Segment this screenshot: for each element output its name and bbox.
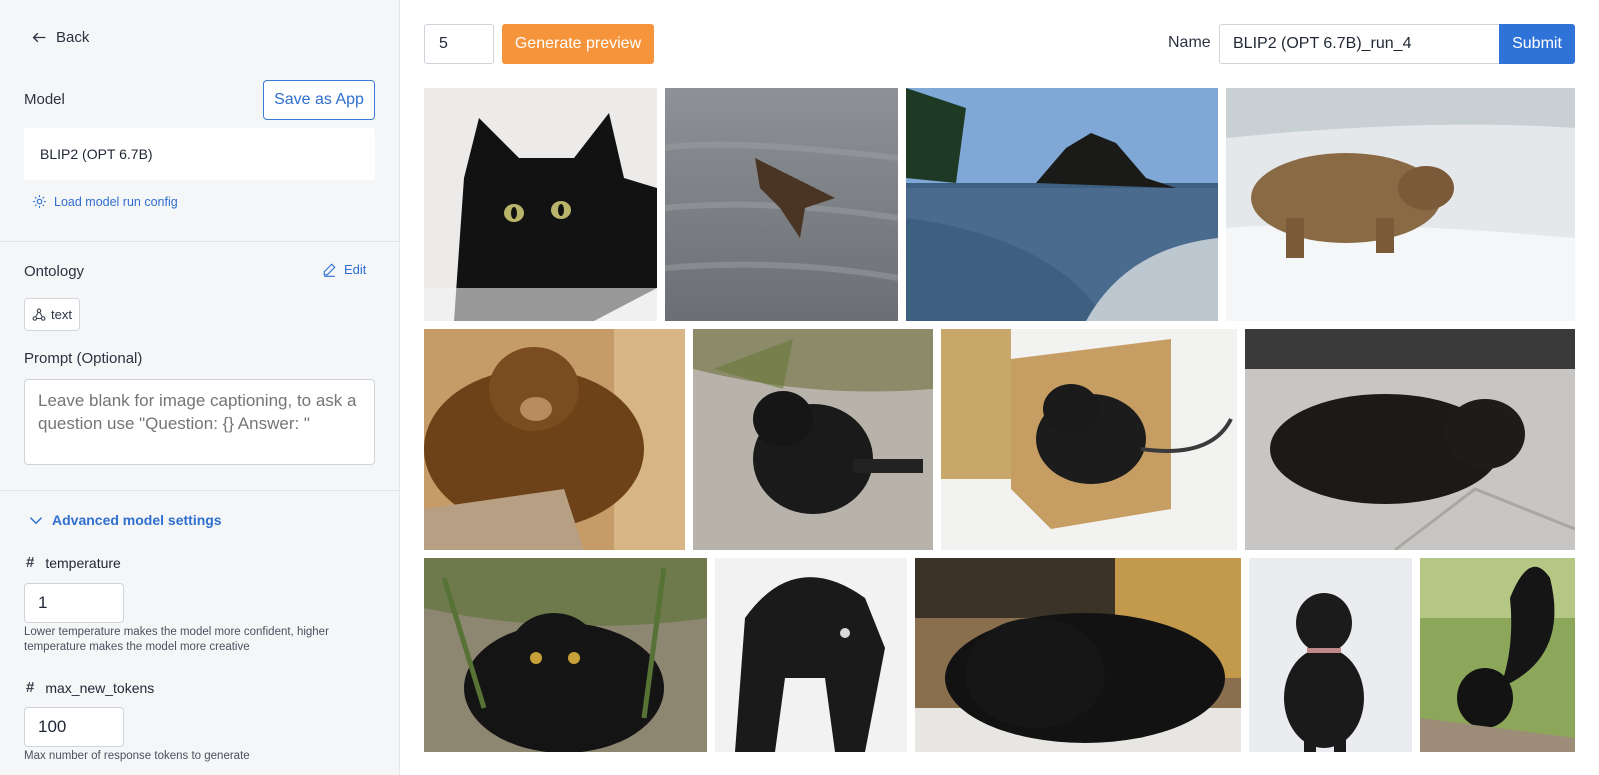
divider: [0, 241, 399, 242]
divider: [0, 490, 399, 491]
param-temperature-header: # temperature: [26, 554, 121, 571]
black-dog-snow-image[interactable]: [1249, 558, 1412, 752]
pencil-icon: [323, 263, 336, 277]
black-cat-outdoors-image[interactable]: [693, 329, 933, 550]
chip-label: text: [51, 307, 72, 322]
bear-waterfall-image[interactable]: [1226, 88, 1575, 321]
generate-preview-button[interactable]: Generate preview: [502, 24, 654, 64]
name-label: Name: [1168, 34, 1211, 51]
prompt-input[interactable]: [24, 379, 375, 465]
param-name: temperature: [45, 554, 121, 571]
advanced-label: Advanced model settings: [52, 512, 222, 528]
edit-ontology-link[interactable]: Edit: [322, 262, 366, 277]
arched-black-cat-image[interactable]: [715, 558, 907, 752]
black-squirrel-image[interactable]: [1420, 558, 1575, 752]
temperature-input[interactable]: 1: [24, 583, 124, 623]
hash-icon: #: [26, 679, 35, 696]
advanced-settings-toggle[interactable]: Advanced model settings: [28, 512, 222, 528]
model-label: Model: [24, 91, 65, 108]
nodes-icon: [32, 308, 46, 321]
gear-icon: [33, 195, 46, 208]
param-name: max_new_tokens: [45, 679, 155, 696]
max-new-tokens-input[interactable]: 100: [24, 707, 124, 747]
save-as-app-button[interactable]: Save as App: [263, 80, 375, 120]
load-config-label: Load model run config: [54, 194, 178, 209]
model-selector[interactable]: BLIP2 (OPT 6.7B): [24, 128, 375, 180]
arrow-left-icon: [32, 32, 46, 43]
black-cat-closeup-image[interactable]: [424, 88, 657, 321]
bat-over-water-image[interactable]: [665, 88, 898, 321]
hash-icon: #: [26, 554, 35, 571]
ontology-label: Ontology: [24, 263, 85, 280]
load-model-run-config-link[interactable]: Load model run config: [32, 194, 178, 209]
temperature-help: Lower temperature makes the model more c…: [24, 626, 329, 653]
back-link[interactable]: Back: [31, 29, 89, 46]
beach-sea-stack-image[interactable]: [906, 88, 1218, 321]
cat-lying-image[interactable]: [1245, 329, 1575, 550]
preview-count-input[interactable]: 5: [424, 24, 494, 64]
run-name-input[interactable]: BLIP2 (OPT 6.7B)_run_4: [1219, 24, 1499, 64]
edit-label: Edit: [344, 262, 367, 277]
brown-bear-image[interactable]: [424, 329, 685, 550]
ontology-chip-text[interactable]: text: [24, 298, 80, 331]
param-max-new-tokens-header: # max_new_tokens: [26, 679, 154, 696]
sleeping-black-dog-image[interactable]: [915, 558, 1241, 752]
back-label: Back: [56, 29, 90, 46]
submit-button[interactable]: Submit: [1499, 24, 1575, 64]
black-cat-plants-image[interactable]: [424, 558, 707, 752]
main-panel: 5 Generate preview Name BLIP2 (OPT 6.7B)…: [400, 0, 1599, 775]
max-new-tokens-help: Max number of response tokens to generat…: [24, 750, 250, 762]
cat-in-box-image[interactable]: [941, 329, 1237, 550]
sidebar: Back Model Save as App BLIP2 (OPT 6.7B) …: [0, 0, 400, 775]
prompt-label: Prompt (Optional): [24, 350, 143, 367]
chevron-down-icon: [29, 517, 43, 525]
